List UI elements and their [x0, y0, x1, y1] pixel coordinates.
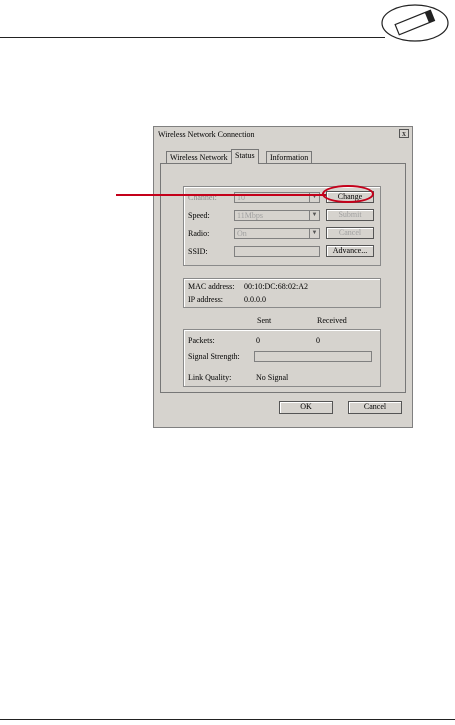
speed-label: Speed:: [188, 211, 210, 220]
wireless-network-dialog: Wireless Network Connection x Wireless N…: [153, 126, 413, 428]
packets-received-value: 0: [316, 336, 320, 345]
address-group: MAC address: 00:10:DC:68:02:A2 IP addres…: [183, 278, 381, 308]
callout-pointer: [116, 194, 326, 196]
mac-address-value: 00:10:DC:68:02:A2: [244, 282, 309, 291]
tab-status[interactable]: Status: [231, 149, 259, 164]
link-quality-value: No Signal: [256, 373, 289, 382]
speed-select[interactable]: 11Mbps ▼: [234, 210, 320, 221]
footer-cancel-button[interactable]: Cancel: [348, 401, 402, 414]
packets-sent-value: 0: [256, 336, 260, 345]
statistics-group: Packets: 0 0 Signal Strength: Link Quali…: [183, 329, 381, 387]
signal-strength-label: Signal Strength:: [188, 352, 240, 361]
chevron-down-icon: ▼: [309, 229, 319, 238]
radio-select[interactable]: On ▼: [234, 228, 320, 239]
radio-label: Radio:: [188, 229, 210, 238]
packets-label: Packets:: [188, 336, 215, 345]
chevron-down-icon: ▼: [309, 211, 319, 220]
footer-rule: [0, 719, 455, 720]
received-header: Received: [317, 316, 347, 325]
header-rule: [0, 37, 385, 38]
callout-highlight-ring: [322, 185, 374, 203]
dialog-title: Wireless Network Connection: [155, 128, 411, 141]
ip-address-label: IP address:: [188, 295, 224, 304]
mac-address-label: MAC address:: [188, 282, 235, 291]
link-quality-label: Link Quality:: [188, 373, 232, 382]
usb-adapter-logo: [381, 4, 449, 42]
ssid-field[interactable]: [234, 246, 320, 257]
sent-header: Sent: [257, 316, 272, 325]
ok-button[interactable]: OK: [279, 401, 333, 414]
signal-strength-bar: [254, 351, 372, 362]
submit-button[interactable]: Submit: [326, 209, 374, 221]
ssid-label: SSID:: [188, 247, 208, 256]
ip-address-value: 0.0.0.0: [244, 295, 266, 304]
cancel-button[interactable]: Cancel: [326, 227, 374, 239]
close-button[interactable]: x: [399, 129, 409, 138]
advance-button[interactable]: Advance...: [326, 245, 374, 257]
